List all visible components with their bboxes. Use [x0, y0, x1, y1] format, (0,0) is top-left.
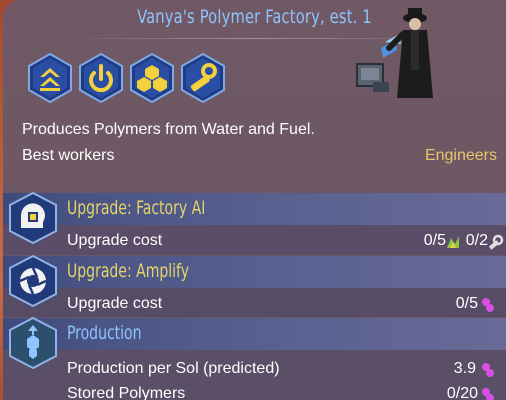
gear-pipe-icon[interactable] — [180, 53, 226, 103]
polymers-resource-icon — [482, 298, 494, 312]
polymers-resource-icon — [482, 363, 494, 377]
ai-chip-head-icon — [9, 192, 57, 244]
building-description: Produces Polymers from Water and Fuel. — [22, 121, 315, 138]
metals-resource-icon — [447, 236, 459, 248]
polymers-resource-icon — [482, 388, 494, 400]
upgrade-cost-metals-value: 0/5 — [423, 232, 446, 249]
production-per-sol-value: 3.9 — [453, 360, 476, 377]
polymer-hex-icon — [9, 317, 57, 369]
best-workers-label: Best workers — [22, 147, 115, 164]
upgrade-cost-label: Upgrade cost — [67, 295, 163, 312]
stored-polymers-value: 0/20 — [446, 385, 478, 400]
section-title: Upgrade: Factory AI — [67, 197, 206, 219]
upgrade-cost-polymers-value: 0/5 — [455, 295, 478, 312]
production-section[interactable]: Production Production per Sol (predicted… — [3, 317, 506, 400]
aperture-icon — [9, 255, 57, 307]
power-icon[interactable] — [78, 53, 124, 103]
upgrade-factory-ai-section[interactable]: Upgrade: Factory AI Upgrade cost 0/5 0/2 — [3, 192, 506, 255]
section-title: Upgrade: Amplify — [67, 260, 190, 282]
production-per-sol-label: Production per Sol (predicted) — [67, 360, 280, 377]
upgrade-cost-machine-parts-value: 0/2 — [465, 232, 488, 249]
stored-polymers-label: Stored Polymers — [67, 385, 186, 400]
upgrade-amplify-section[interactable]: Upgrade: Amplify Upgrade cost 0/5 — [3, 255, 506, 317]
building-info-panel: Vanya's Polymer Factory, est. 1 Produces… — [3, 0, 506, 400]
engineer-worker-illustration — [356, 8, 433, 98]
best-workers-value: Engineers — [424, 147, 497, 164]
section-title: Production — [67, 322, 142, 344]
double-chevron-up-icon[interactable] — [27, 53, 73, 103]
upgrade-cost-label: Upgrade cost — [67, 232, 163, 249]
building-header: Vanya's Polymer Factory, est. 1 Produces… — [3, 0, 506, 186]
cubes-icon[interactable] — [129, 53, 175, 103]
machine-parts-resource-icon — [488, 234, 504, 250]
